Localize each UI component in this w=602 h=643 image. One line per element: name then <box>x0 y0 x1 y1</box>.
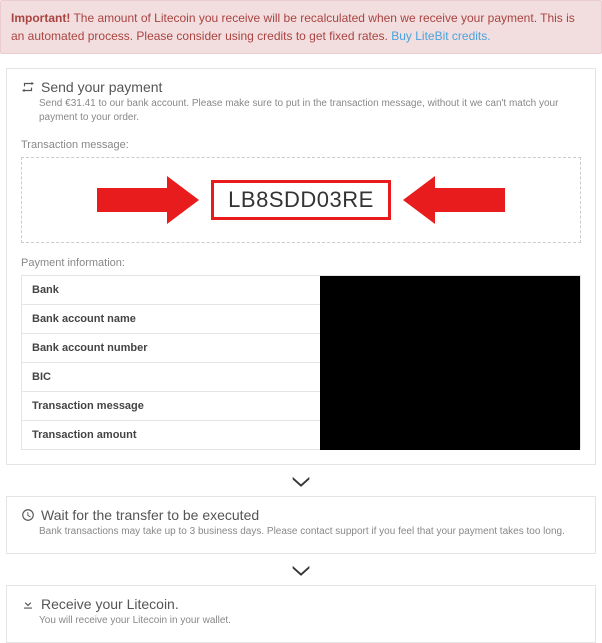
step3-subtitle: You will receive your Litecoin in your w… <box>39 614 581 628</box>
redacted-block <box>320 276 580 450</box>
download-icon <box>21 597 35 611</box>
step2-title: Wait for the transfer to be executed <box>41 507 259 523</box>
step1-title: Send your payment <box>41 79 162 95</box>
chevron-down-icon <box>0 554 602 585</box>
panel-title: Receive your Litecoin. <box>21 596 581 612</box>
arrow-left-icon <box>403 176 505 224</box>
step3-title: Receive your Litecoin. <box>41 596 179 612</box>
txn-code: LB8SDD03RE <box>211 180 391 220</box>
txn-message-label: Transaction message: <box>21 139 581 151</box>
chevron-down-icon <box>0 465 602 496</box>
important-alert: Important! The amount of Litecoin you re… <box>0 0 602 54</box>
step-wait-transfer: Wait for the transfer to be executed Ban… <box>6 496 596 554</box>
alert-strong: Important! <box>11 11 70 25</box>
payment-info-table: Bank Bank account name Bank account numb… <box>21 275 581 450</box>
step-receive-litecoin: Receive your Litecoin. You will receive … <box>6 585 596 643</box>
txn-message-box: LB8SDD03RE <box>21 157 581 243</box>
panel-title: Send your payment <box>21 79 581 95</box>
payment-info-label: Payment information: <box>21 257 581 269</box>
clock-icon <box>21 508 35 522</box>
step-send-payment: Send your payment Send €31.41 to our ban… <box>6 68 596 465</box>
panel-title: Wait for the transfer to be executed <box>21 507 581 523</box>
step1-subtitle: Send €31.41 to our bank account. Please … <box>39 97 581 125</box>
step2-subtitle: Bank transactions may take up to 3 busin… <box>39 525 581 539</box>
arrow-right-icon <box>97 176 199 224</box>
buy-credits-link[interactable]: Buy LiteBit credits. <box>391 29 490 43</box>
transfer-icon <box>21 80 35 94</box>
